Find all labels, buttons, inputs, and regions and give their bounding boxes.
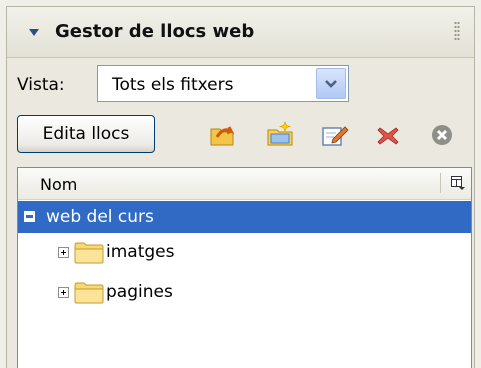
file-tree: Nom web del curs imatges pagines	[17, 167, 472, 368]
edit-sites-button[interactable]: Edita llocs	[17, 115, 155, 153]
expand-icon[interactable]	[58, 287, 69, 298]
view-select[interactable]: Tots els fitxers	[97, 65, 349, 102]
site-manager-panel: Gestor de llocs web Vista: Tots els fitx…	[6, 6, 475, 368]
column-header[interactable]: Nom	[18, 168, 471, 200]
expand-icon[interactable]	[58, 247, 69, 258]
view-label: Vista:	[17, 75, 65, 95]
panel-title: Gestor de llocs web	[55, 21, 255, 42]
folder-icon	[74, 240, 104, 268]
collapse-icon[interactable]	[24, 211, 35, 222]
triangle-down-icon[interactable]	[29, 29, 39, 36]
tree-root-label: web del curs	[46, 207, 154, 227]
connect-icon[interactable]	[207, 119, 237, 149]
chevron-down-icon[interactable]	[316, 68, 346, 99]
cancel-icon[interactable]	[427, 119, 457, 149]
edit-icon[interactable]	[319, 119, 349, 149]
column-options-icon[interactable]	[451, 175, 465, 194]
folder-icon	[74, 280, 104, 308]
column-divider	[440, 173, 441, 193]
grip-dots-icon[interactable]	[454, 21, 460, 41]
tree-node-label: pagines	[106, 282, 173, 302]
column-header-name: Nom	[40, 175, 78, 194]
delete-icon[interactable]	[373, 119, 403, 149]
tree-root-row[interactable]: web del curs	[18, 201, 471, 233]
view-select-value: Tots els fitxers	[112, 75, 234, 95]
new-folder-icon[interactable]	[265, 119, 295, 149]
panel-header[interactable]: Gestor de llocs web	[7, 7, 474, 58]
tree-node-label: imatges	[106, 242, 175, 262]
